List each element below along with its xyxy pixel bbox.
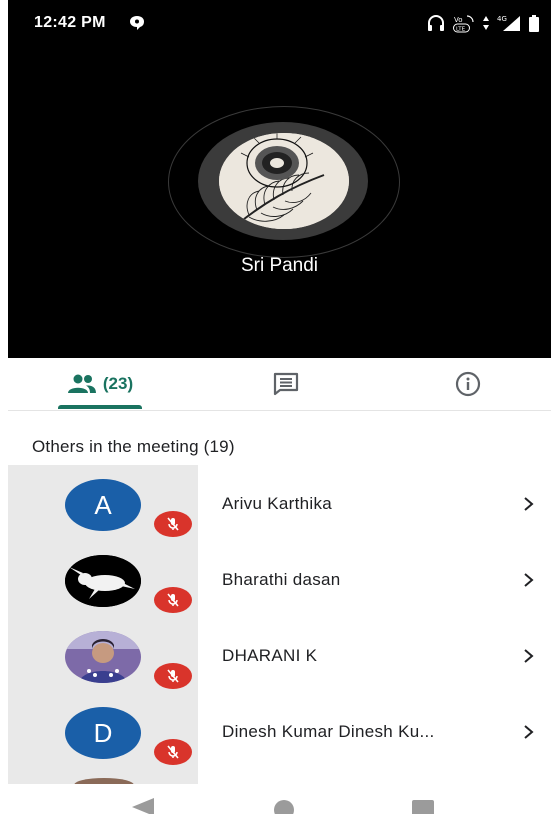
signal-4g-icon: 4G (497, 15, 520, 31)
chevron-right-icon[interactable] (522, 572, 536, 588)
volte-icon: Vo LTE (453, 15, 474, 33)
chevron-right-icon[interactable] (522, 724, 536, 740)
participant-name: Bharathi dasan (222, 570, 341, 589)
headphones-icon (428, 15, 444, 31)
peacock-feather-image (219, 133, 349, 229)
mic-off-glyph (167, 745, 179, 759)
tab-people[interactable]: (23) (58, 358, 142, 410)
mic-off-icon (154, 739, 192, 765)
tab-chat[interactable] (266, 358, 306, 410)
svg-text:Vo: Vo (454, 16, 463, 24)
meeting-tabs: (23) (8, 358, 551, 411)
avatar (65, 631, 141, 683)
status-bar: 12:42 PM Vo LTE 4G (8, 0, 551, 50)
svg-text:4G: 4G (497, 15, 507, 23)
active-tab-indicator (58, 405, 142, 409)
mic-off-glyph (167, 593, 179, 607)
participant-row[interactable]: DHARANI K (8, 617, 551, 693)
section-title: Others in the meeting (19) (32, 437, 235, 456)
info-icon (455, 371, 481, 397)
home-icon[interactable] (274, 800, 294, 814)
mic-off-glyph (167, 669, 179, 683)
message-icon (130, 16, 144, 30)
back-icon[interactable] (132, 798, 154, 814)
system-nav-bar (8, 784, 551, 814)
participant-name: Dinesh Kumar Dinesh Ku... (222, 722, 435, 741)
data-arrows-icon (483, 16, 489, 30)
battery-icon (529, 14, 539, 32)
avatar: A (65, 479, 141, 531)
speaker-name: Sri Pandi (240, 255, 319, 276)
mic-off-icon (154, 587, 192, 613)
chat-icon (273, 372, 299, 396)
participant-row[interactable]: D Dinesh Kumar Dinesh Ku... (8, 693, 551, 769)
active-speaker-stage[interactable]: 12:42 PM Vo LTE 4G Sri Pandi (8, 0, 551, 358)
svg-text:LTE: LTE (456, 27, 466, 33)
people-icon (67, 374, 96, 393)
participant-row[interactable]: Bharathi dasan (8, 541, 551, 617)
mic-off-glyph (167, 517, 179, 531)
mic-off-icon (154, 511, 192, 537)
meet-screen: 12:42 PM Vo LTE 4G Sri Pandi (23) Others… (8, 0, 551, 814)
avatar: D (65, 707, 141, 759)
speaker-avatar (219, 133, 349, 229)
participant-name: DHARANI K (222, 646, 318, 665)
mic-off-icon (154, 663, 192, 689)
rabbit-photo (65, 555, 141, 607)
participant-count: (23) (102, 374, 134, 393)
chevron-right-icon[interactable] (522, 496, 536, 512)
participant-row[interactable]: A Arivu Karthika (8, 465, 551, 541)
person-photo (65, 631, 141, 683)
status-icons: Vo LTE 4G (427, 13, 539, 33)
avatar (65, 555, 141, 607)
participant-name: Arivu Karthika (222, 494, 333, 513)
recents-icon[interactable] (412, 800, 434, 814)
chevron-right-icon[interactable] (522, 648, 536, 664)
status-time: 12:42 PM (34, 14, 106, 31)
tab-info[interactable] (448, 358, 488, 410)
